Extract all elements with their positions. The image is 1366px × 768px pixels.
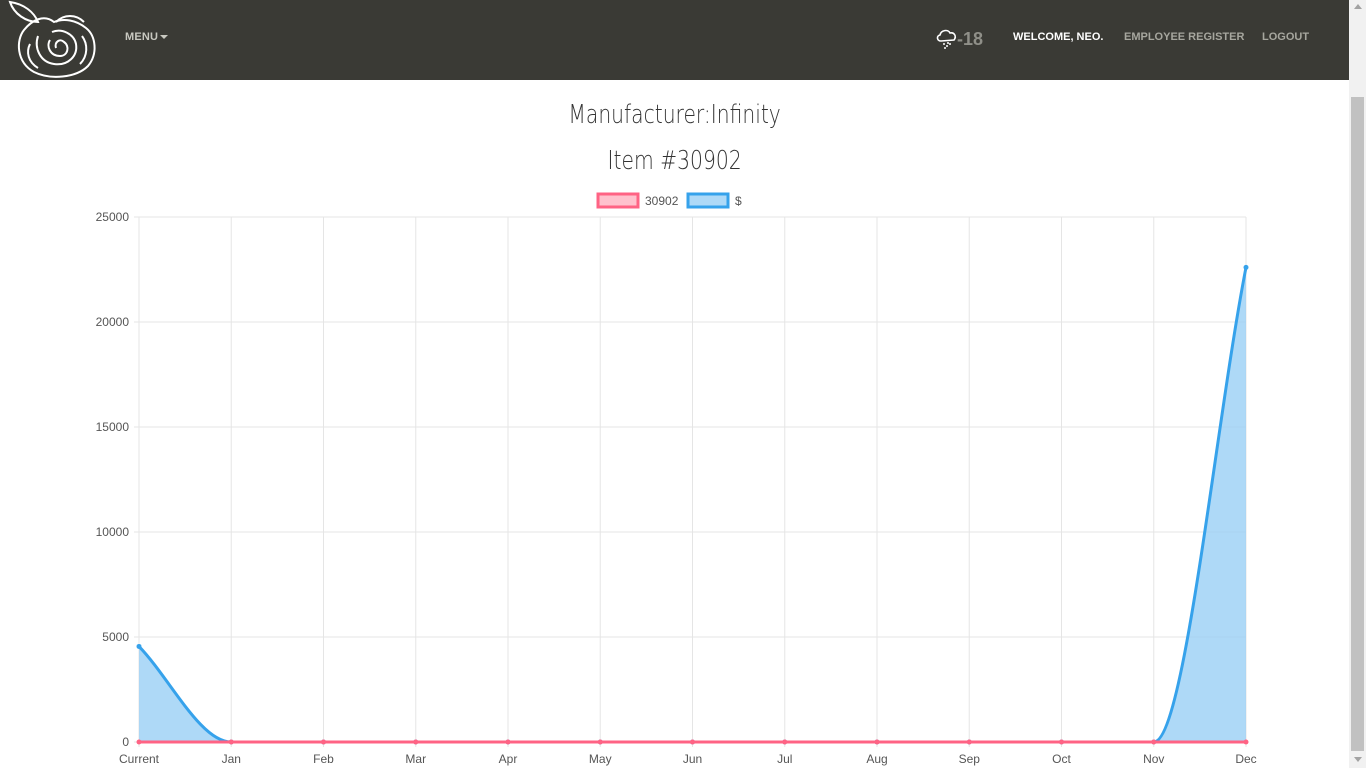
- employee-register-link[interactable]: EMPLOYEE REGISTER: [1124, 31, 1244, 43]
- x-tick-label: Jun: [683, 752, 702, 766]
- legend-swatch: [686, 192, 730, 209]
- data-point: [136, 643, 142, 649]
- legend-label: $: [735, 194, 742, 208]
- data-point: [136, 739, 142, 745]
- x-tick-label: Oct: [1052, 752, 1071, 766]
- y-tick-label: 15000: [96, 420, 130, 434]
- x-tick-label: May: [589, 752, 612, 766]
- data-point: [1151, 739, 1157, 745]
- scroll-down-arrow-icon[interactable]: [1354, 757, 1362, 762]
- menu-dropdown[interactable]: MENU: [125, 31, 169, 43]
- x-tick-label: Sep: [959, 752, 981, 766]
- x-tick-label: Feb: [313, 752, 334, 766]
- y-tick-label: 10000: [96, 525, 130, 539]
- line-chart: 0 5000 10000 15000 20000 25000 Current Jan Feb Ma…: [96, 192, 1257, 766]
- data-point: [321, 739, 326, 745]
- y-tick-label: 20000: [96, 315, 130, 329]
- y-tick-label: 5000: [102, 630, 129, 644]
- data-point: [597, 739, 603, 745]
- x-tick-label: Apr: [499, 752, 518, 766]
- x-tick-label: Current: [119, 752, 160, 766]
- data-point: [1243, 264, 1249, 270]
- y-tick-label: 25000: [96, 210, 130, 224]
- temperature-value: -18: [957, 29, 984, 49]
- menu-label: MENU: [125, 31, 159, 43]
- x-tick-label: Aug: [866, 752, 887, 766]
- x-tick-label: Jan: [222, 752, 241, 766]
- data-point: [1243, 739, 1249, 745]
- data-point: [874, 739, 880, 745]
- data-point: [782, 739, 788, 745]
- logout-link[interactable]: LOGOUT: [1262, 31, 1309, 43]
- x-tick-label: Dec: [1235, 752, 1256, 766]
- data-point: [690, 739, 695, 745]
- legend-label: 30902: [645, 194, 679, 208]
- legend-swatch: [596, 192, 640, 209]
- welcome-text: WELCOME, NEO.: [1013, 31, 1104, 43]
- vertical-scrollbar[interactable]: [1349, 0, 1366, 768]
- x-tick-label: Nov: [1143, 752, 1164, 766]
- caret-down-icon: [160, 35, 169, 40]
- data-point: [228, 739, 234, 745]
- data-point: [1059, 739, 1064, 745]
- x-tick-label: Mar: [405, 752, 426, 766]
- y-tick-label: 0: [122, 735, 129, 749]
- rose-logo-icon[interactable]: [4, 0, 98, 80]
- navbar: MENU -18 WELCOME, NEO. EMPLOYEE REGISTER…: [0, 0, 1349, 80]
- data-point: [413, 739, 419, 745]
- data-point: [505, 739, 511, 745]
- scrollbar-thumb[interactable]: [1351, 97, 1364, 751]
- data-point: [966, 739, 972, 745]
- scroll-up-arrow-icon[interactable]: [1354, 4, 1362, 9]
- cloud-snow-icon: [936, 29, 957, 49]
- x-tick-label: Jul: [777, 752, 792, 766]
